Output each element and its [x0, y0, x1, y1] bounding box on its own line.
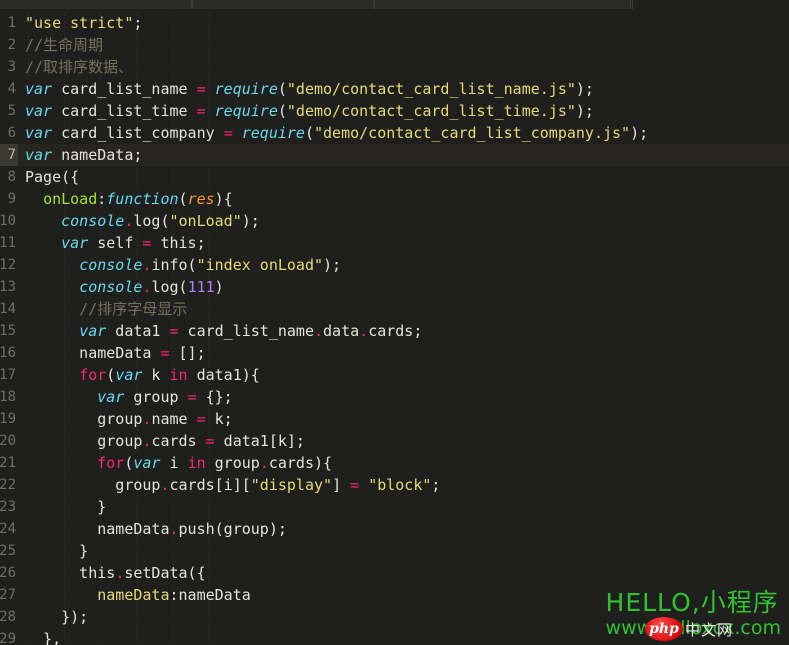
line-number: 10 [0, 213, 16, 229]
code-line[interactable]: 21 for(var i in group.cards){ [0, 452, 789, 474]
line-content: this.setData({ [25, 564, 206, 582]
code-line[interactable]: 16 nameData = []; [0, 342, 789, 364]
editor-body[interactable]: 1 "use strict"; 2 //生命周期 3 //取排序数据、 4 va… [0, 12, 789, 645]
code-line[interactable]: 24 nameData.push(group); [0, 518, 789, 540]
line-content: }); [25, 608, 89, 626]
line-number: 14 [0, 301, 16, 317]
code-lines[interactable]: 1 "use strict"; 2 //生命周期 3 //取排序数据、 4 va… [0, 12, 789, 645]
code-line[interactable]: 9 onLoad:function(res){ [0, 188, 789, 210]
line-number: 11 [0, 235, 16, 251]
line-number: 12 [0, 257, 16, 273]
line-number: 29 [0, 631, 16, 645]
line-number: 1 [7, 15, 16, 31]
code-line[interactable]: 27 nameData:nameData [0, 584, 789, 606]
code-line[interactable]: 2 //生命周期 [0, 34, 789, 56]
line-content: var data1 = card_list_name.data.cards; [79, 322, 423, 340]
line-content: var self = this; [61, 234, 206, 252]
line-content: } [25, 542, 89, 560]
code-line[interactable]: 5 var card_list_time = require("demo/con… [0, 100, 789, 122]
line-content: var group = {}; [97, 388, 233, 406]
line-number: 13 [0, 279, 16, 295]
line-content: }, [25, 630, 62, 645]
line-number: 2 [7, 37, 16, 53]
editor-tab-bar[interactable] [0, 0, 789, 12]
line-number: 6 [7, 125, 16, 141]
line-content: for(var i in group.cards){ [97, 454, 333, 472]
code-line[interactable]: 1 "use strict"; [0, 12, 789, 34]
code-line[interactable]: 13 console.log(111) [0, 276, 789, 298]
line-content: "use strict"; [25, 14, 143, 32]
code-line[interactable]: 4 var card_list_name = require("demo/con… [0, 78, 789, 100]
line-content: //生命周期 [25, 36, 104, 54]
code-line[interactable]: 6 var card_list_company = require("demo/… [0, 122, 789, 144]
line-content: group.cards = data1[k]; [25, 432, 305, 450]
line-number: 15 [0, 323, 16, 339]
line-number: 27 [0, 587, 16, 603]
line-content: console.info("index onLoad"); [79, 256, 342, 274]
line-number: 20 [0, 433, 16, 449]
code-line[interactable]: 17 for(var k in data1){ [0, 364, 789, 386]
line-content: for(var k in data1){ [79, 366, 260, 384]
line-content: var card_list_name = require("demo/conta… [25, 80, 594, 98]
line-content: var card_list_time = require("demo/conta… [25, 102, 594, 120]
code-line[interactable]: 19 group.name = k; [0, 408, 789, 430]
line-content: } [25, 498, 107, 516]
line-number: 26 [0, 565, 16, 581]
code-line[interactable]: 25 } [0, 540, 789, 562]
line-content: var nameData; [25, 146, 143, 164]
line-number: 24 [0, 521, 16, 537]
code-editor-window: 1 "use strict"; 2 //生命周期 3 //取排序数据、 4 va… [0, 0, 789, 645]
code-line[interactable]: 26 this.setData({ [0, 562, 789, 584]
line-content: console.log(111) [79, 278, 224, 296]
code-line[interactable]: 18 var group = {}; [0, 386, 789, 408]
line-content: nameData.push(group); [25, 520, 287, 538]
code-line[interactable]: 14 //排序字母显示 [0, 298, 789, 320]
line-number: 25 [0, 543, 16, 559]
code-line-active[interactable]: 7 var nameData; [0, 144, 789, 166]
code-line[interactable]: 22 group.cards[i]["display"] = "block"; [0, 474, 789, 496]
code-line[interactable]: 8 Page({ [0, 166, 789, 188]
line-content: var card_list_company = require("demo/co… [25, 124, 649, 142]
line-number: 28 [0, 609, 16, 625]
line-number: 8 [7, 169, 16, 185]
line-number: 17 [0, 367, 16, 383]
code-line[interactable]: 28 }); [0, 606, 789, 628]
line-content: group.cards[i]["display"] = "block"; [25, 476, 441, 494]
line-content: //排序字母显示 [79, 300, 188, 318]
line-number: 18 [0, 389, 16, 405]
line-content: nameData:nameData [97, 586, 251, 604]
line-content: nameData = []; [25, 344, 206, 362]
line-number: 5 [7, 103, 16, 119]
line-number: 3 [7, 59, 16, 75]
code-line[interactable]: 20 group.cards = data1[k]; [0, 430, 789, 452]
code-line[interactable]: 23 } [0, 496, 789, 518]
line-number: 21 [0, 455, 16, 471]
line-content: onLoad:function(res){ [43, 190, 233, 208]
line-number: 23 [0, 499, 16, 515]
line-content: console.log("onLoad"); [61, 212, 260, 230]
line-number: 4 [7, 81, 16, 97]
line-number: 7 [0, 144, 18, 166]
line-content: group.name = k; [25, 410, 233, 428]
line-number: 22 [0, 477, 16, 493]
code-line[interactable]: 12 console.info("index onLoad"); [0, 254, 789, 276]
code-line[interactable]: 15 var data1 = card_list_name.data.cards… [0, 320, 789, 342]
code-line[interactable]: 11 var self = this; [0, 232, 789, 254]
line-content: //取排序数据、 [25, 58, 134, 76]
code-line[interactable]: 29 }, [0, 628, 789, 645]
code-line[interactable]: 3 //取排序数据、 [0, 56, 789, 78]
line-number: 9 [7, 191, 16, 207]
code-line[interactable]: 10 console.log("onLoad"); [0, 210, 789, 232]
line-content: Page({ [25, 168, 80, 186]
line-number: 16 [0, 345, 16, 361]
line-number: 19 [0, 411, 16, 427]
